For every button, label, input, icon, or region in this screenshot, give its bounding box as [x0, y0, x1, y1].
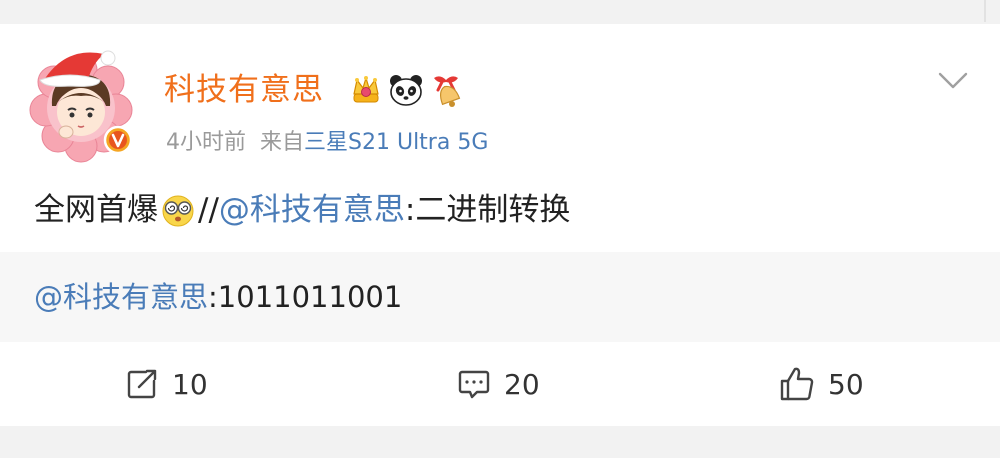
quoted-text: @科技有意思:1011011001	[34, 276, 402, 318]
crown-badge-icon[interactable]	[348, 72, 384, 108]
panda-badge-icon[interactable]	[388, 72, 424, 108]
repost-button[interactable]: 10	[124, 364, 208, 404]
comment-icon	[458, 370, 490, 399]
device-source-link[interactable]: 三星S21 Ultra 5G	[304, 130, 488, 155]
gap-edge	[984, 0, 986, 22]
quoted-mention-link[interactable]: @科技有意思	[34, 280, 208, 314]
dizzy-face-emoji-icon	[162, 195, 194, 227]
like-button[interactable]: 50	[778, 364, 864, 404]
quoted-post[interactable]: @科技有意思:1011011001	[0, 252, 1000, 342]
feed-gap-top	[0, 0, 1000, 24]
user-badges	[348, 72, 464, 108]
weibo-post-card: 科技有意思 4小时前 来自三星S21 Ultra 5G 全网首爆 // @科技有…	[0, 24, 1000, 426]
repost-count: 10	[172, 367, 208, 401]
post-text-start: 全网首爆	[34, 192, 158, 228]
user-avatar[interactable]	[26, 36, 136, 164]
repost-icon	[127, 369, 157, 399]
post-meta: 4小时前 来自三星S21 Ultra 5G	[166, 128, 488, 158]
quoted-body: :1011011001	[208, 280, 403, 314]
post-text-end: :二进制转换	[404, 192, 571, 228]
thumbs-up-icon	[780, 367, 814, 401]
post-time: 4小时前	[166, 130, 246, 155]
feed-gap-bottom	[0, 426, 1000, 458]
user-name[interactable]: 科技有意思	[164, 70, 324, 110]
source-prefix: 来自	[260, 130, 305, 155]
chevron-down-icon[interactable]	[936, 68, 970, 92]
post-text: 全网首爆 //@科技有意思:二进制转换	[34, 188, 570, 232]
post-actions: 10 20 50	[0, 342, 1000, 426]
like-count: 50	[828, 367, 864, 401]
repost-separator: //	[198, 192, 219, 228]
comment-count: 20	[504, 367, 540, 401]
mention-link[interactable]: @科技有意思	[219, 188, 405, 232]
bell-badge-icon[interactable]	[428, 72, 464, 108]
comment-button[interactable]: 20	[456, 364, 540, 404]
